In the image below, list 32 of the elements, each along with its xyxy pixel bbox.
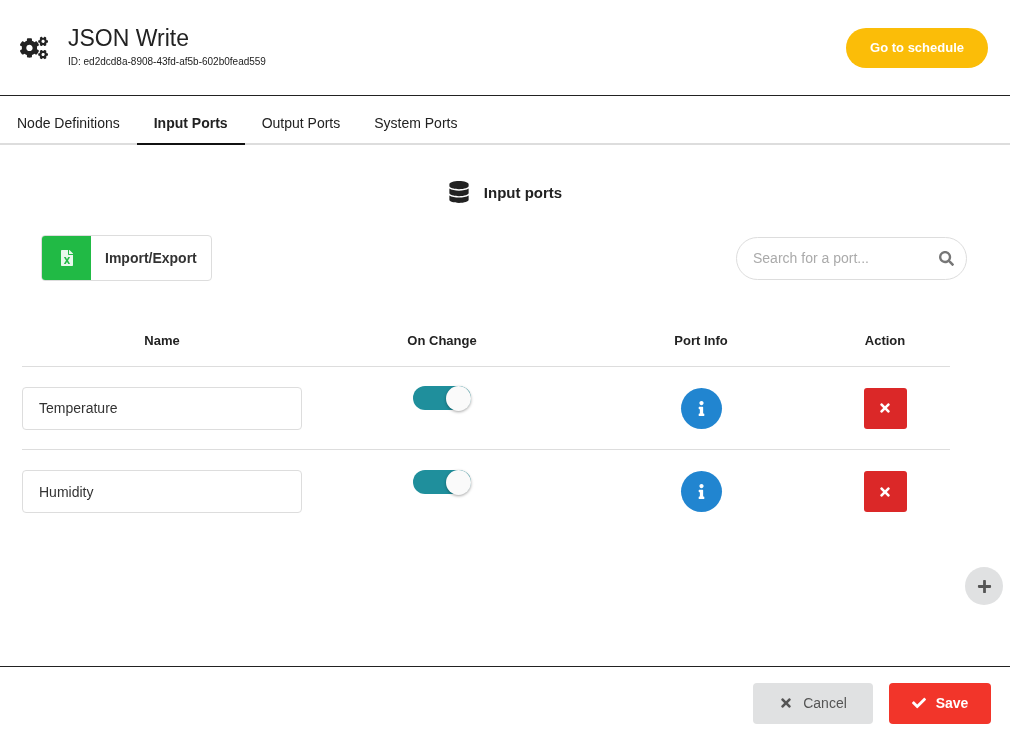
delete-button[interactable] bbox=[863, 387, 907, 429]
search-field[interactable]: Search for a port... bbox=[736, 236, 967, 280]
on-change-toggle[interactable] bbox=[413, 386, 471, 410]
spreadsheet-file-icon bbox=[58, 250, 75, 266]
node-title: JSON Write bbox=[68, 24, 190, 52]
node-id: ID: ed2dcd8a-8908-43fd-af5b-602b0fead559 bbox=[68, 55, 267, 67]
tab[interactable]: Node Definitions bbox=[0, 115, 137, 145]
check-icon bbox=[911, 696, 926, 710]
on-change-toggle[interactable] bbox=[413, 469, 471, 494]
column-header: Port Info bbox=[673, 333, 729, 348]
column-header: Action bbox=[863, 333, 907, 348]
column-header: Name bbox=[143, 333, 181, 348]
port-name-field[interactable]: Humidity bbox=[22, 470, 302, 513]
add-button[interactable] bbox=[965, 567, 1003, 605]
plus-icon bbox=[976, 578, 992, 594]
info-button[interactable] bbox=[680, 471, 722, 512]
tab[interactable]: System Ports bbox=[357, 115, 475, 145]
save-button[interactable]: Save bbox=[889, 682, 991, 724]
search-icon bbox=[939, 250, 954, 266]
delete-button[interactable] bbox=[863, 471, 907, 512]
column-header: On Change bbox=[406, 333, 478, 348]
cancel-button[interactable]: Cancel bbox=[753, 682, 873, 724]
close-icon bbox=[878, 401, 892, 415]
tab[interactable]: Input Ports bbox=[136, 115, 245, 145]
close-icon bbox=[878, 484, 892, 499]
port-name-field[interactable]: Temperature bbox=[22, 386, 302, 430]
info-button[interactable] bbox=[680, 387, 722, 429]
database-icon bbox=[447, 181, 470, 203]
tab[interactable]: Output Ports bbox=[244, 115, 358, 145]
import-export-button[interactable]: Import/Export bbox=[41, 235, 212, 281]
section-title: Input ports bbox=[483, 183, 563, 201]
close-icon bbox=[779, 696, 794, 710]
